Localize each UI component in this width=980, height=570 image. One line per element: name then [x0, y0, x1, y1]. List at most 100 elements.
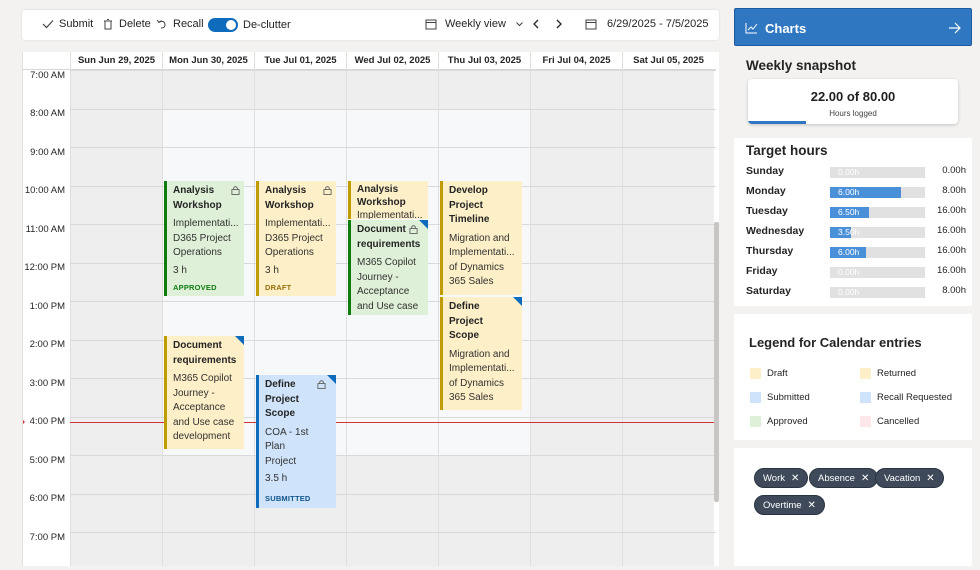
time-slot[interactable] — [438, 456, 530, 495]
time-slot[interactable] — [438, 494, 530, 533]
calendar-entry[interactable]: Develop Project Timeline Migration and I… — [440, 181, 522, 295]
calendar-entry[interactable]: Analysis Workshop Implementati... D365 P… — [164, 181, 244, 296]
time-slot[interactable] — [70, 456, 162, 495]
time-slot[interactable] — [346, 456, 438, 495]
time-slot[interactable] — [346, 379, 438, 418]
time-slot[interactable] — [530, 379, 622, 418]
time-slot[interactable] — [254, 533, 346, 566]
time-slot[interactable] — [530, 148, 622, 187]
calendar-entry[interactable]: Document requirements M365 Copilot Journ… — [164, 336, 244, 449]
calendar-entry[interactable]: Document requirements M365 Copilot Journ… — [348, 220, 428, 315]
time-slot[interactable] — [622, 302, 714, 341]
time-slot[interactable] — [622, 379, 714, 418]
submit-button[interactable]: Submit — [42, 18, 93, 30]
filter-chip-vacation[interactable]: Vacation ✕ — [875, 468, 944, 488]
time-slot[interactable] — [70, 109, 162, 148]
legend-item-approved: Approved — [750, 416, 808, 427]
time-slot[interactable] — [346, 533, 438, 566]
close-icon[interactable]: ✕ — [861, 473, 869, 484]
time-slot[interactable] — [346, 109, 438, 148]
time-slot[interactable] — [530, 456, 622, 495]
time-slot[interactable] — [530, 109, 622, 148]
logged-hours-value: 3.50h — [838, 227, 860, 237]
time-slot[interactable] — [70, 302, 162, 341]
view-selector[interactable]: Weekly view — [425, 18, 524, 30]
next-week-button[interactable] — [553, 18, 565, 30]
time-slot[interactable] — [70, 417, 162, 456]
time-slot[interactable] — [162, 109, 254, 148]
time-slot[interactable] — [254, 109, 346, 148]
time-slot[interactable] — [622, 533, 714, 566]
time-slot[interactable] — [346, 71, 438, 110]
time-slot[interactable] — [346, 494, 438, 533]
time-slot[interactable] — [622, 225, 714, 264]
time-slot[interactable] — [254, 302, 346, 341]
time-slot[interactable] — [70, 71, 162, 110]
time-slot[interactable] — [622, 263, 714, 302]
time-slot[interactable] — [622, 417, 714, 456]
time-slot[interactable] — [530, 494, 622, 533]
time-slot[interactable] — [622, 148, 714, 187]
time-slot[interactable] — [346, 340, 438, 379]
calendar-entry[interactable]: Analysis Workshop Implementati... — [348, 181, 428, 219]
time-slot[interactable] — [70, 533, 162, 566]
time-slot[interactable] — [622, 494, 714, 533]
time-slot[interactable] — [162, 494, 254, 533]
time-slot[interactable] — [622, 340, 714, 379]
time-slot[interactable] — [530, 302, 622, 341]
time-slot[interactable] — [438, 71, 530, 110]
time-slot[interactable] — [530, 533, 622, 566]
time-slot[interactable] — [438, 109, 530, 148]
entry-title: Analysis Workshop — [357, 184, 406, 208]
time-slot[interactable] — [530, 263, 622, 302]
close-icon[interactable]: ✕ — [791, 473, 799, 484]
time-slot[interactable] — [530, 340, 622, 379]
calendar-scrollbar[interactable] — [714, 222, 719, 502]
time-slot[interactable] — [162, 302, 254, 341]
filter-chip-work[interactable]: Work ✕ — [754, 468, 809, 488]
entry-status: SUBMITTED — [265, 493, 311, 503]
time-slot[interactable] — [162, 71, 254, 110]
time-slot[interactable] — [530, 71, 622, 110]
time-slot[interactable] — [622, 186, 714, 225]
calendar-entry[interactable]: Analysis Workshop Implementati... D365 P… — [256, 181, 336, 296]
filter-chip-absence[interactable]: Absence ✕ — [809, 468, 879, 488]
time-slot[interactable] — [162, 533, 254, 566]
declutter-toggle[interactable]: De-clutter — [208, 18, 291, 32]
time-slot[interactable] — [622, 71, 714, 110]
time-slot[interactable] — [70, 225, 162, 264]
time-slot[interactable] — [438, 417, 530, 456]
calendar-entry[interactable]: Define Project Scope Migration and Imple… — [440, 297, 522, 410]
time-slot[interactable] — [70, 340, 162, 379]
time-slot[interactable] — [254, 71, 346, 110]
filter-chip-overtime[interactable]: Overtime ✕ — [754, 495, 825, 515]
charts-button[interactable]: Charts — [734, 8, 972, 46]
target-hours-value: 16.00h — [936, 205, 966, 216]
delete-button[interactable]: Delete — [102, 18, 151, 30]
time-slot[interactable] — [438, 533, 530, 566]
recall-button[interactable]: Recall — [156, 18, 204, 30]
time-slot[interactable] — [70, 148, 162, 187]
previous-week-button[interactable] — [530, 18, 542, 30]
time-slot[interactable] — [622, 109, 714, 148]
time-slot[interactable] — [70, 379, 162, 418]
date-range-picker[interactable]: 6/29/2025 - 7/5/2025 — [585, 18, 709, 30]
calendar-entry[interactable]: Define Project Scope COA - 1st Plan Proj… — [256, 375, 336, 508]
time-slot[interactable] — [70, 263, 162, 302]
time-slot[interactable] — [70, 494, 162, 533]
toggle-switch[interactable] — [208, 18, 238, 32]
time-slot[interactable] — [530, 225, 622, 264]
entry-line: 365 Sales — [449, 276, 494, 287]
time-slot[interactable] — [162, 456, 254, 495]
close-icon[interactable]: ✕ — [926, 473, 934, 484]
entry-line: development — [173, 431, 231, 442]
time-slot[interactable] — [70, 186, 162, 225]
time-slot[interactable] — [622, 456, 714, 495]
time-slot[interactable] — [254, 340, 346, 379]
close-icon[interactable]: ✕ — [808, 500, 816, 511]
time-slot[interactable] — [530, 186, 622, 225]
entry-line: Implementati... — [449, 247, 515, 258]
time-slot[interactable] — [346, 417, 438, 456]
submit-label: Submit — [59, 18, 94, 30]
time-slot[interactable] — [530, 417, 622, 456]
